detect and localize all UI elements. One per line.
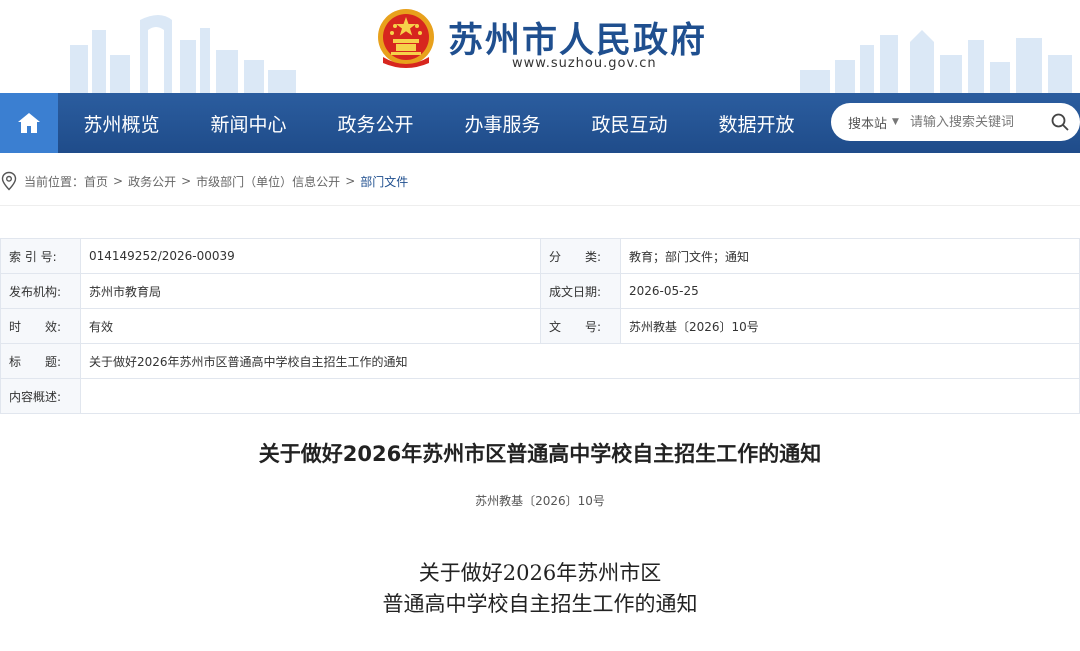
nav-item-services[interactable]: 办事服务	[439, 93, 566, 153]
search-box: 搜本站 ▼	[831, 103, 1080, 141]
table-row: 标 题: 关于做好2026年苏州市区普通高中学校自主招生工作的通知	[0, 343, 1080, 379]
dropdown-arrow-icon: ▼	[892, 117, 899, 127]
docno-value: 苏州教基〔2026〕10号	[620, 308, 1080, 344]
validity-label: 时 效:	[0, 308, 81, 344]
search-icon[interactable]	[1050, 112, 1070, 132]
breadcrumb: 当前位置： 首页 > 政务公开 > 市级部门（单位）信息公开 > 部门文件	[0, 168, 408, 194]
nav-items: 苏州概览 新闻中心 政务公开 办事服务 政民互动 数据开放	[58, 93, 820, 153]
nav-item-interaction[interactable]: 政民互动	[566, 93, 693, 153]
nav-item-open-data[interactable]: 数据开放	[693, 93, 820, 153]
table-row: 发布机构: 苏州市教育局 成文日期: 2026-05-25	[0, 273, 1080, 309]
breadcrumb-separator: >	[113, 174, 124, 188]
date-value: 2026-05-25	[620, 273, 1080, 309]
breadcrumb-departments[interactable]: 市级部门（单位）信息公开	[196, 173, 340, 190]
skyline-left-decoration	[70, 15, 296, 93]
body-title-line-1: 关于做好2026年苏州市区	[418, 561, 662, 585]
title-label: 标 题:	[0, 343, 81, 379]
date-label: 成文日期:	[540, 273, 621, 309]
table-row: 内容概述:	[0, 378, 1080, 414]
document-info-table: 索 引 号: 014149252/2026-00039 分 类: 教育；部门文件…	[0, 238, 1080, 414]
nav-item-overview[interactable]: 苏州概览	[58, 93, 185, 153]
title-value: 关于做好2026年苏州市区普通高中学校自主招生工作的通知	[80, 343, 1080, 379]
nav-home-button[interactable]	[0, 93, 58, 153]
breadcrumb-prefix: 当前位置：	[24, 174, 85, 189]
location-pin-icon	[1, 171, 17, 191]
index-value: 014149252/2026-00039	[80, 238, 541, 274]
search-scope-dropdown[interactable]: 搜本站 ▼	[848, 113, 910, 132]
nav-item-news[interactable]: 新闻中心	[185, 93, 312, 153]
category-value: 教育；部门文件；通知	[620, 238, 1080, 274]
article-title: 关于做好2026年苏州市区普通高中学校自主招生工作的通知	[258, 442, 822, 466]
home-icon	[18, 113, 40, 133]
article-doc-number: 苏州教基〔2026〕10号	[475, 494, 605, 508]
publisher-label: 发布机构:	[0, 273, 81, 309]
nav-item-government-affairs[interactable]: 政务公开	[312, 93, 439, 153]
breadcrumb-government-affairs[interactable]: 政务公开	[128, 173, 176, 190]
search-input[interactable]	[910, 114, 1050, 130]
publisher-value: 苏州市教育局	[80, 273, 541, 309]
docno-label: 文 号:	[540, 308, 621, 344]
article-body-title: 关于做好2026年苏州市区 普通高中学校自主招生工作的通知	[0, 558, 1080, 620]
table-row: 索 引 号: 014149252/2026-00039 分 类: 教育；部门文件…	[0, 238, 1080, 274]
breadcrumb-home[interactable]: 首页	[84, 173, 108, 190]
skyline-right-decoration	[800, 30, 1072, 93]
site-url[interactable]: www.suzhou.gov.cn	[512, 56, 657, 71]
breadcrumb-divider	[0, 205, 1080, 206]
index-label: 索 引 号:	[0, 238, 81, 274]
table-row: 时 效: 有效 文 号: 苏州教基〔2026〕10号	[0, 308, 1080, 344]
summary-value	[80, 378, 1080, 414]
category-label: 分 类:	[540, 238, 621, 274]
national-emblem-icon	[378, 9, 434, 68]
summary-label: 内容概述:	[0, 378, 81, 414]
site-header: 苏州市人民政府 www.suzhou.gov.cn	[0, 0, 1080, 93]
main-nav: 苏州概览 新闻中心 政务公开 办事服务 政民互动 数据开放 搜本站 ▼	[0, 93, 1080, 153]
search-scope-label: 搜本站	[848, 116, 888, 132]
body-title-line-2: 普通高中学校自主招生工作的通知	[382, 592, 698, 616]
validity-value: 有效	[80, 308, 541, 344]
breadcrumb-department-docs[interactable]: 部门文件	[360, 173, 408, 190]
breadcrumb-separator: >	[345, 174, 356, 188]
breadcrumb-separator: >	[181, 174, 192, 188]
